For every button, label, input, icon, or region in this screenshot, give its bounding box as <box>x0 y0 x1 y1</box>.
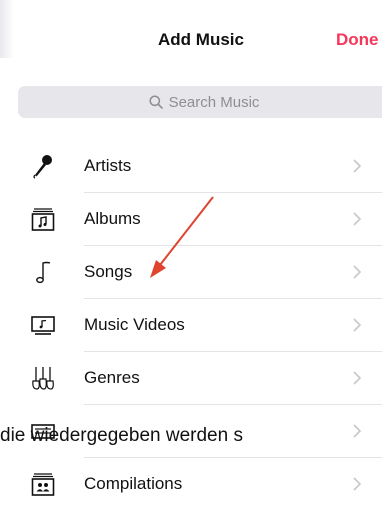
search-icon <box>149 95 163 109</box>
add-music-screen: Add Music Done Search Music Artists Albu… <box>0 0 382 505</box>
guitars-icon <box>32 367 54 390</box>
list-item-label: Music Videos <box>84 315 185 334</box>
microphone-icon <box>33 155 52 179</box>
chevron-right-icon <box>353 159 362 173</box>
search-input[interactable]: Search Music <box>18 86 382 118</box>
chevron-right-icon <box>353 318 362 332</box>
compilations-icon <box>31 473 55 496</box>
search-placeholder: Search Music <box>168 93 260 111</box>
chevron-right-icon <box>353 212 362 226</box>
album-icon <box>31 208 55 231</box>
list-item-label: Songs <box>84 262 133 281</box>
list-item-compilations[interactable]: Compilations <box>0 458 382 505</box>
search-field[interactable]: Search Music <box>18 86 382 118</box>
music-note-icon <box>36 261 51 284</box>
done-button[interactable]: Done <box>336 30 379 50</box>
list-item-label: Genres <box>84 368 140 387</box>
list-item-label: Albums <box>84 209 141 228</box>
chevron-right-icon <box>353 371 362 385</box>
page-title: Add Music <box>158 30 244 49</box>
list-item-artists[interactable]: Artists <box>0 140 382 193</box>
list-item-albums[interactable]: Albums <box>0 193 382 246</box>
overlay-caption: die wiedergegeben werden s <box>0 425 243 446</box>
chevron-right-icon <box>353 477 362 491</box>
navigation-bar: Add Music Done <box>0 0 382 70</box>
list-item-genres[interactable]: Genres <box>0 352 382 405</box>
list-item-songs[interactable]: Songs <box>0 246 382 299</box>
list-item-label: Artists <box>84 156 132 175</box>
music-video-icon <box>31 316 55 335</box>
list-item-music-videos[interactable]: Music Videos <box>0 299 382 352</box>
chevron-right-icon <box>353 265 362 279</box>
list-item-label: Compilations <box>84 474 183 493</box>
